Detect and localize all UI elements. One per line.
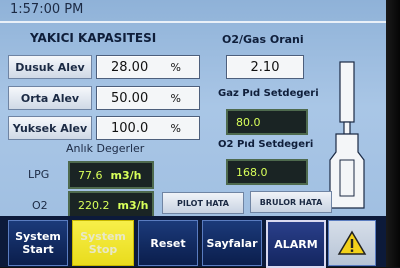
- alarm-button[interactable]: ALARM: [266, 220, 326, 268]
- ratio-value: 2.10: [250, 59, 280, 75]
- instant-title: Anlık Degerler: [66, 142, 145, 155]
- o2-pid-field[interactable]: 168.0: [226, 159, 308, 185]
- o2-value: 220.2: [78, 198, 110, 212]
- dusuk-alev-unit: %: [170, 60, 181, 74]
- warning-triangle-icon: [337, 230, 367, 255]
- reset-button[interactable]: Reset: [138, 220, 198, 266]
- dusuk-alev-field[interactable]: 28.00 %: [96, 55, 200, 79]
- o2-field: 220.2 m3/h: [68, 191, 154, 219]
- orta-alev-unit: %: [170, 91, 181, 105]
- system-stop-button[interactable]: System Stop: [72, 220, 134, 266]
- sayfalar-button[interactable]: Sayfalar: [202, 220, 262, 266]
- gas-pid-field[interactable]: 80.0: [226, 109, 308, 135]
- lpg-label: LPG: [28, 168, 50, 181]
- header-divider: [0, 21, 386, 23]
- ratio-field[interactable]: 2.10: [226, 55, 304, 79]
- o2-pid-value: 168.0: [236, 165, 268, 179]
- brulor-hata-button[interactable]: BRULOR HATA: [250, 191, 332, 213]
- clock: 1:57:00 PM: [10, 2, 84, 17]
- yuksek-alev-value: 100.0: [111, 120, 149, 136]
- o2-label: O2: [32, 199, 48, 212]
- orta-alev-field[interactable]: 50.00 %: [96, 86, 200, 110]
- capacity-title: YAKICI KAPASITESI: [30, 31, 157, 45]
- pilot-hata-button[interactable]: PILOT HATA: [162, 192, 244, 214]
- orta-alev-button[interactable]: Orta Alev: [8, 86, 92, 110]
- o2-unit: m3/h: [117, 198, 149, 212]
- device-bezel: [386, 0, 400, 267]
- hmi-screen: 1:57:00 PM YAKICI KAPASITESI Dusuk Alev …: [0, 0, 400, 268]
- dusuk-alev-value: 28.00: [111, 59, 149, 75]
- burner-diagram-icon: [329, 61, 365, 209]
- lpg-unit: m3/h: [110, 168, 142, 182]
- yuksek-alev-field[interactable]: 100.0 %: [96, 116, 200, 140]
- yuksek-alev-unit: %: [170, 121, 181, 135]
- lpg-field: 77.6 m3/h: [68, 161, 154, 189]
- lpg-value: 77.6: [78, 168, 103, 182]
- gas-pid-value: 80.0: [236, 115, 261, 129]
- yuksek-alev-button[interactable]: Yuksek Alev: [8, 116, 92, 140]
- ratio-title: O2/Gas Orani: [222, 33, 304, 46]
- warning-button[interactable]: [328, 220, 376, 266]
- orta-alev-value: 50.00: [111, 90, 149, 106]
- system-start-button[interactable]: System Start: [8, 220, 68, 266]
- o2-pid-title: O2 Pıd Setdegeri: [218, 139, 314, 150]
- dusuk-alev-button[interactable]: Dusuk Alev: [8, 55, 92, 79]
- gas-pid-title: Gaz Pıd Setdegeri: [218, 88, 319, 99]
